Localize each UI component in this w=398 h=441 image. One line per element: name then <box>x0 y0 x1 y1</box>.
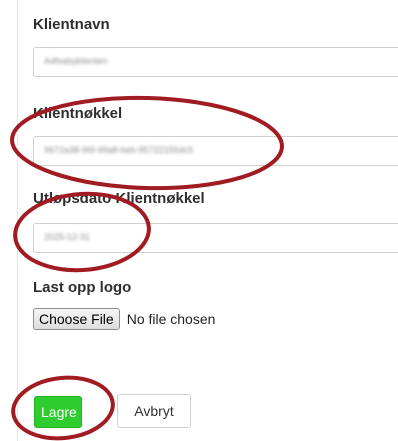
file-status-text: No file chosen <box>126 311 216 327</box>
client-key-field[interactable]: 9672a38-96f-49a8-beb-95722155dc5 <box>33 136 398 166</box>
key-expiry-label: Utløpsdato Klientnøkkel <box>33 190 205 207</box>
save-button[interactable]: Lagre <box>34 396 82 428</box>
client-name-field[interactable]: Adfsabyklienten <box>33 47 398 77</box>
logo-upload-label: Last opp logo <box>33 279 132 296</box>
client-name-value: Adfsabyklienten <box>44 56 108 66</box>
key-expiry-value: 2025-12-31 <box>44 232 91 242</box>
key-expiry-field[interactable]: 2025-12-31 <box>33 223 398 253</box>
client-key-value: 9672a38-96f-49a8-beb-95722155dc5 <box>44 145 194 155</box>
client-key-label: Klientnøkkel <box>33 105 123 122</box>
cancel-button[interactable]: Avbryt <box>117 394 191 428</box>
choose-file-button[interactable]: Choose File <box>33 308 120 330</box>
logo-upload-control: Choose File No file chosen <box>33 307 215 331</box>
left-border-line <box>17 0 18 441</box>
client-name-label: Klientnavn <box>33 16 110 33</box>
